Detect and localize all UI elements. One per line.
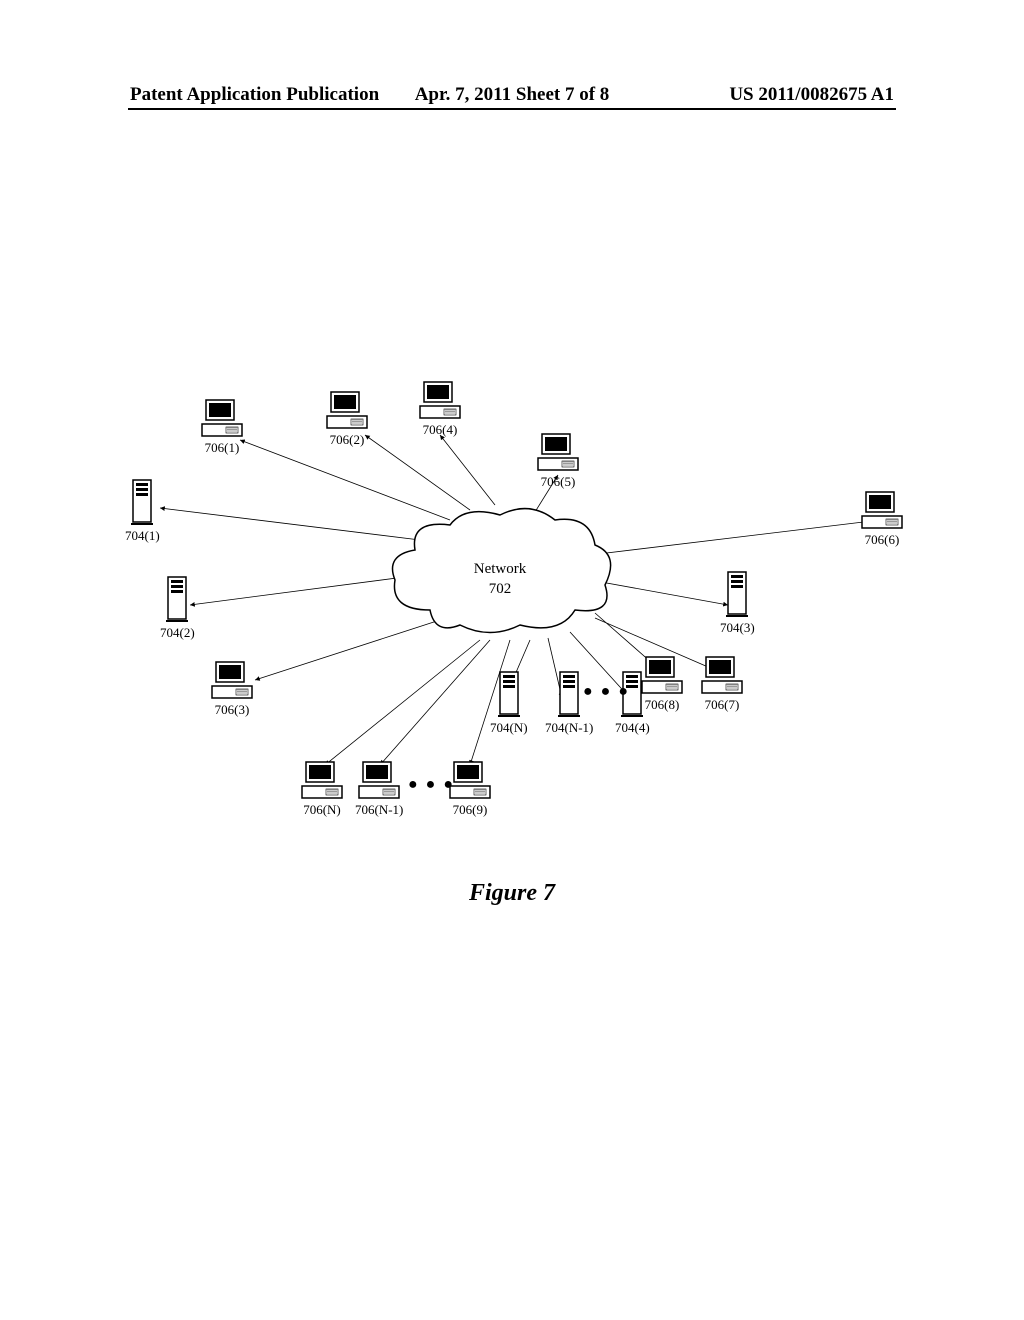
computer-icon <box>200 398 244 438</box>
node-706-2: 706(2) <box>325 390 369 448</box>
node-label: 704(4) <box>615 720 650 736</box>
network-cloud: Network 702 <box>380 500 620 650</box>
node-706-N: 706(N) <box>300 760 344 818</box>
node-label: 704(2) <box>160 625 195 641</box>
header-publication: Patent Application Publication <box>130 84 385 106</box>
node-label: 704(1) <box>125 528 160 544</box>
server-icon <box>498 670 520 718</box>
computer-icon <box>300 760 344 800</box>
node-706-N1: 706(N-1) <box>355 760 403 818</box>
computer-icon <box>536 432 580 472</box>
node-label: 706(3) <box>210 702 254 718</box>
node-706-3: 706(3) <box>210 660 254 718</box>
node-label: 706(7) <box>700 697 744 713</box>
node-706-1: 706(1) <box>200 398 244 456</box>
network-ref: 702 <box>380 580 620 600</box>
server-icon <box>166 575 188 623</box>
node-706-4: 706(4) <box>418 380 462 438</box>
node-706-5: 706(5) <box>536 432 580 490</box>
node-704-2: 704(2) <box>160 575 195 641</box>
node-label: 704(N) <box>490 720 528 736</box>
node-label: 706(2) <box>325 432 369 448</box>
server-icon <box>131 478 153 526</box>
header-date-sheet: Apr. 7, 2011 Sheet 7 of 8 <box>385 84 640 106</box>
computer-icon <box>210 660 254 700</box>
figure-caption: Figure 7 <box>0 880 1024 907</box>
node-704-N: 704(N) <box>490 670 528 736</box>
node-label: 704(N-1) <box>545 720 593 736</box>
node-label: 706(9) <box>448 802 492 818</box>
computer-icon <box>325 390 369 430</box>
node-label: 706(6) <box>860 532 904 548</box>
cloud-label: Network 702 <box>380 560 620 599</box>
node-label: 706(5) <box>536 474 580 490</box>
computer-icon <box>700 655 744 695</box>
node-label: 706(N-1) <box>355 802 403 818</box>
node-704-N1: 704(N-1) <box>545 670 593 736</box>
page-header: Patent Application Publication Apr. 7, 2… <box>0 84 1024 106</box>
ellipsis-computers: ● ● ● <box>408 776 455 794</box>
server-icon <box>726 570 748 618</box>
header-rule <box>128 108 896 110</box>
ellipsis-servers: ● ● ● <box>583 683 630 701</box>
node-704-1: 704(1) <box>125 478 160 544</box>
node-706-6: 706(6) <box>860 490 904 548</box>
computer-icon <box>357 760 401 800</box>
server-icon <box>558 670 580 718</box>
node-label: 706(1) <box>200 440 244 456</box>
network-text: Network <box>380 560 620 580</box>
header-pub-number: US 2011/0082675 A1 <box>639 84 894 106</box>
computer-icon <box>860 490 904 530</box>
network-diagram: Network 702 706(1) 706(2) 706(4) 706(5) … <box>100 380 924 840</box>
node-704-4: 704(4) <box>615 670 650 736</box>
node-label: 706(N) <box>300 802 344 818</box>
node-706-7: 706(7) <box>700 655 744 713</box>
computer-icon <box>418 380 462 420</box>
node-label: 704(3) <box>720 620 755 636</box>
node-704-3: 704(3) <box>720 570 755 636</box>
node-label: 706(4) <box>418 422 462 438</box>
